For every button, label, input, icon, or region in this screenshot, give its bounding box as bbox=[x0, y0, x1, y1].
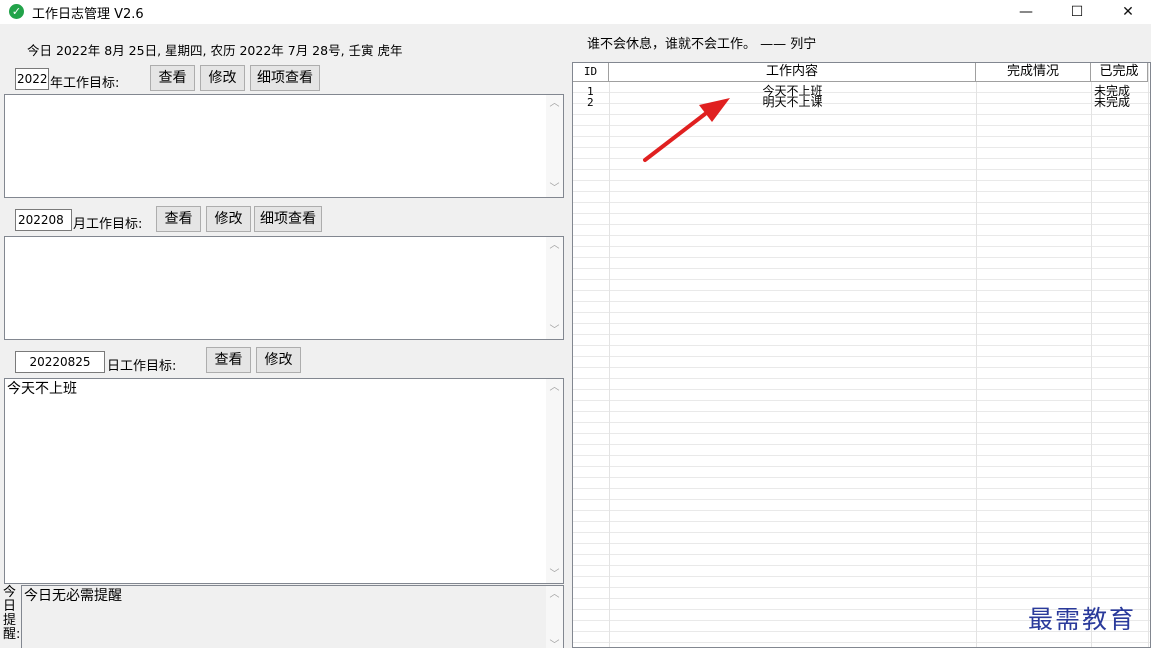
window-title: 工作日志管理 V2.6 bbox=[32, 7, 144, 22]
scroll-down-icon[interactable]: ﹀ bbox=[546, 180, 563, 197]
month-view-button[interactable]: 查看 bbox=[156, 206, 201, 232]
scroll-down-icon[interactable]: ﹀ bbox=[546, 566, 563, 583]
column-divider bbox=[1148, 63, 1149, 647]
table-cell-status[interactable] bbox=[976, 97, 1091, 108]
close-button[interactable]: ✕ bbox=[1105, 0, 1151, 24]
column-divider bbox=[1091, 63, 1092, 647]
minimize-button[interactable]: — bbox=[1003, 0, 1049, 24]
month-goal-textarea[interactable]: ︿ ﹀ bbox=[4, 236, 564, 340]
watermark-logo: 最需教育 bbox=[1028, 605, 1137, 634]
column-divider bbox=[976, 63, 977, 647]
task-table[interactable]: ID 工作内容 完成情况 已完成 1 今天不上班 未完成 2 明天不上课 未完成 bbox=[572, 62, 1151, 648]
month-input[interactable]: 202208 bbox=[15, 209, 72, 231]
scroll-down-icon[interactable]: ﹀ bbox=[546, 637, 563, 648]
reminder-label-char: 醒: bbox=[3, 627, 21, 642]
reminder-label-char: 提 bbox=[3, 613, 17, 628]
year-input[interactable]: 2022 bbox=[15, 68, 49, 90]
table-cell-status[interactable] bbox=[976, 86, 1091, 97]
quote-label: 谁不会休息，谁就不会工作。 —— 列宁 bbox=[587, 37, 817, 52]
year-detail-button[interactable]: 细项查看 bbox=[250, 65, 320, 91]
scroll-up-icon[interactable]: ︿ bbox=[546, 379, 563, 396]
table-cell-id[interactable]: 2 bbox=[587, 97, 594, 108]
scroll-up-icon[interactable]: ︿ bbox=[546, 95, 563, 112]
reminder-textarea[interactable]: 今日无必需提醒 ︿ ﹀ bbox=[21, 585, 564, 648]
year-goal-scrollbar[interactable]: ︿ ﹀ bbox=[546, 95, 563, 197]
reminder-scrollbar[interactable]: ︿ ﹀ bbox=[546, 586, 563, 648]
column-header-done[interactable]: 已完成 bbox=[1091, 63, 1148, 82]
scroll-down-icon[interactable]: ﹀ bbox=[546, 322, 563, 339]
today-date-label: 今日 2022年 8月 25日, 星期四, 农历 2022年 7月 28号, 壬… bbox=[27, 43, 403, 58]
column-header-status[interactable]: 完成情况 bbox=[976, 63, 1091, 82]
scroll-up-icon[interactable]: ︿ bbox=[546, 586, 563, 603]
title-bar: ✓ 工作日志管理 V2.6 — ☐ ✕ bbox=[0, 0, 1151, 24]
month-edit-button[interactable]: 修改 bbox=[206, 206, 251, 232]
month-detail-button[interactable]: 细项查看 bbox=[254, 206, 322, 232]
day-view-button[interactable]: 查看 bbox=[206, 347, 251, 373]
year-view-button[interactable]: 查看 bbox=[150, 65, 195, 91]
month-goal-scrollbar[interactable]: ︿ ﹀ bbox=[546, 237, 563, 339]
reminder-text: 今日无必需提醒 bbox=[24, 588, 122, 604]
month-goal-label: 月工作目标: bbox=[73, 217, 143, 232]
table-grid-lines bbox=[573, 82, 1150, 647]
year-goal-label: 年工作目标: bbox=[50, 76, 120, 91]
reminder-label-char: 今 bbox=[3, 585, 17, 600]
year-goal-textarea[interactable]: ︿ ﹀ bbox=[4, 94, 564, 198]
scroll-up-icon[interactable]: ︿ bbox=[546, 237, 563, 254]
maximize-button[interactable]: ☐ bbox=[1054, 0, 1100, 24]
table-cell-content[interactable]: 明天不上课 bbox=[609, 96, 976, 108]
table-cell-done[interactable]: 未完成 bbox=[1094, 96, 1130, 108]
year-edit-button[interactable]: 修改 bbox=[200, 65, 245, 91]
day-goal-textarea[interactable]: 今天不上班 ︿ ﹀ bbox=[4, 378, 564, 584]
day-goal-text: 今天不上班 bbox=[7, 381, 77, 397]
column-header-id[interactable]: ID bbox=[573, 63, 609, 82]
day-goal-scrollbar[interactable]: ︿ ﹀ bbox=[546, 379, 563, 583]
column-header-content[interactable]: 工作内容 bbox=[609, 63, 976, 82]
day-edit-button[interactable]: 修改 bbox=[256, 347, 301, 373]
day-goal-label: 日工作目标: bbox=[107, 359, 177, 374]
reminder-label-char: 日 bbox=[3, 599, 17, 614]
reminder-label: 今 日 提 醒: bbox=[3, 585, 21, 642]
column-divider bbox=[609, 63, 610, 647]
check-circle-icon: ✓ bbox=[9, 4, 24, 19]
day-input[interactable]: 20220825 bbox=[15, 351, 105, 373]
